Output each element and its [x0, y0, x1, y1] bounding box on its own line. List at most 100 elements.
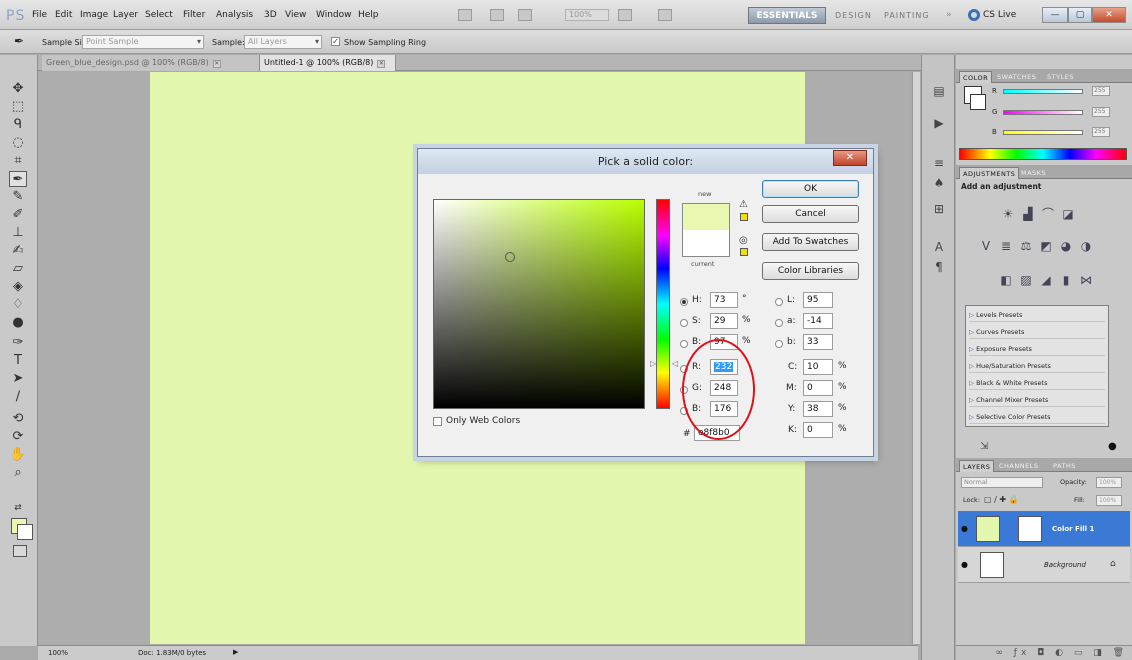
layer-mask-thumbnail[interactable] — [1018, 516, 1042, 542]
swap-colors-icon[interactable]: ⇄ — [9, 500, 27, 516]
color-spectrum-bar[interactable] — [959, 148, 1127, 160]
hue-input[interactable]: 73 — [710, 292, 738, 308]
opacity-input[interactable]: 100% — [1096, 477, 1122, 488]
invert-icon[interactable]: ◧ — [998, 273, 1014, 287]
menu-file[interactable]: File — [32, 10, 47, 20]
levels-icon[interactable]: ▟ — [1020, 207, 1036, 221]
b-channel-input[interactable]: 33 — [803, 334, 833, 350]
preset-exposure[interactable]: Exposure Presets — [969, 342, 1105, 356]
brush-tool-icon[interactable]: ✐ — [9, 207, 27, 223]
color-libraries-button[interactable]: Color Libraries — [762, 262, 859, 280]
actions-panel-icon[interactable]: ▶ — [930, 115, 948, 131]
history-brush-tool-icon[interactable]: ✍ — [9, 243, 27, 259]
channel-mixer-icon[interactable]: ◑ — [1078, 239, 1094, 253]
a-channel-radio[interactable] — [775, 319, 783, 327]
dialog-close-button[interactable]: ✕ — [833, 150, 867, 166]
magenta-input[interactable]: 0 — [803, 380, 833, 396]
menu-image[interactable]: Image — [80, 10, 108, 20]
restore-button[interactable]: ▢ — [1068, 7, 1092, 23]
menu-window[interactable]: Window — [316, 10, 352, 20]
hue-slider-right-arrow-icon[interactable]: ◁ — [672, 359, 678, 368]
preset-levels[interactable]: Levels Presets — [969, 308, 1105, 322]
hue-saturation-icon[interactable]: ≣ — [998, 239, 1014, 253]
current-color-swatch[interactable] — [682, 230, 730, 257]
cancel-button[interactable]: Cancel — [762, 205, 859, 223]
blend-mode-select[interactable]: Normal — [961, 477, 1043, 488]
eyedropper-tool-preset-icon[interactable]: ✒ — [14, 34, 24, 48]
quick-selection-tool-icon[interactable]: ◌ — [9, 135, 27, 151]
cs-live-button[interactable]: CS Live — [968, 7, 1038, 24]
tab-channels[interactable]: CHANNELS — [996, 460, 1041, 472]
green-value[interactable]: 255 — [1092, 107, 1110, 117]
brushes-panel-icon[interactable]: ≡ — [930, 155, 948, 171]
zoom-level-dropdown[interactable]: 100% — [565, 9, 609, 21]
menu-analysis[interactable]: Analysis — [216, 10, 253, 20]
tab-color[interactable]: COLOR — [959, 71, 993, 83]
line-tool-icon[interactable]: ∕ — [9, 389, 27, 405]
blur-tool-icon[interactable]: ♢ — [9, 297, 27, 313]
brightness-contrast-icon[interactable]: ☀ — [1000, 207, 1016, 221]
fill-input[interactable]: 100% — [1096, 495, 1122, 506]
exposure-icon[interactable]: ◪ — [1060, 207, 1076, 221]
hue-radio[interactable] — [680, 298, 688, 306]
green-slider[interactable] — [1003, 110, 1083, 115]
tab-masks[interactable]: MASKS — [1018, 167, 1049, 179]
color-field[interactable] — [433, 199, 645, 409]
blue-value[interactable]: 255 — [1092, 127, 1110, 137]
quick-mask-icon[interactable] — [13, 545, 27, 557]
clone-stamp-tool-icon[interactable]: ⊥ — [9, 225, 27, 241]
workspace-painting-button[interactable]: PAINTING — [884, 11, 930, 20]
minimize-button[interactable]: — — [1042, 7, 1068, 23]
red-slider[interactable] — [1003, 89, 1083, 94]
show-sampling-ring-checkbox[interactable]: ✓ — [331, 37, 340, 46]
path-selection-tool-icon[interactable]: ➤ — [9, 371, 27, 387]
red-value[interactable]: 255 — [1092, 86, 1110, 96]
saturation-input[interactable]: 29 — [710, 313, 738, 329]
close-app-button[interactable]: ✕ — [1092, 7, 1126, 23]
character-panel-icon[interactable]: A — [930, 239, 948, 255]
preset-curves[interactable]: Curves Presets — [969, 325, 1105, 339]
3d-rotate-tool-icon[interactable]: ⟲ — [9, 411, 27, 427]
healing-brush-tool-icon[interactable]: ✎ — [9, 189, 27, 205]
eyedropper-tool-icon[interactable]: ✒ — [9, 171, 27, 187]
zoom-status[interactable]: 100% — [48, 649, 68, 657]
preset-channel-mixer[interactable]: Channel Mixer Presets — [969, 393, 1105, 407]
tab-layers[interactable]: LAYERS — [959, 460, 995, 472]
photo-filter-icon[interactable]: ◕ — [1058, 239, 1074, 253]
clone-source-panel-icon[interactable]: ♠ — [930, 175, 948, 191]
layer-row-background[interactable]: ● Background ⌂ — [958, 547, 1130, 583]
cyan-input[interactable]: 10 — [803, 359, 833, 375]
layer-row-color-fill[interactable]: ● Color Fill 1 — [958, 511, 1130, 547]
layer-name[interactable]: Color Fill 1 — [1052, 525, 1094, 533]
ok-button[interactable]: OK — [762, 180, 859, 198]
menu-3d[interactable]: 3D — [264, 10, 277, 20]
workspace-more-button[interactable]: » — [946, 10, 952, 20]
3d-orbit-tool-icon[interactable]: ⟳ — [9, 429, 27, 445]
dodge-tool-icon[interactable]: ● — [9, 315, 27, 331]
eraser-tool-icon[interactable]: ▱ — [9, 261, 27, 277]
crop-tool-icon[interactable]: ⌗ — [9, 153, 27, 169]
tab-untitled-1[interactable]: Untitled-1 @ 100% (RGB/8) ✕ — [260, 55, 396, 71]
pen-tool-icon[interactable]: ✑ — [9, 335, 27, 351]
a-channel-input[interactable]: -14 — [803, 313, 833, 329]
menu-view[interactable]: View — [285, 10, 306, 20]
add-to-swatches-button[interactable]: Add To Swatches — [762, 233, 859, 251]
threshold-icon[interactable]: ◢ — [1038, 273, 1054, 287]
marquee-tool-icon[interactable]: ⬚ — [9, 99, 27, 115]
status-menu-arrow-icon[interactable]: ▶ — [233, 648, 238, 656]
adjustment-view-icon[interactable]: ● — [1108, 441, 1117, 452]
black-white-icon[interactable]: ◩ — [1038, 239, 1054, 253]
dialog-titlebar[interactable]: Pick a solid color: ✕ — [418, 149, 873, 174]
selective-color-icon[interactable]: ⋈ — [1078, 273, 1094, 287]
screen-mode-icon[interactable] — [658, 9, 672, 21]
key-black-input[interactable]: 0 — [803, 422, 833, 438]
lock-options-icon[interactable]: ▢ ∕ ✚ 🔒 — [984, 495, 1019, 504]
b-channel-radio[interactable] — [775, 340, 783, 348]
tab-paths[interactable]: PATHS — [1050, 460, 1079, 472]
background-color-swatch[interactable] — [17, 524, 33, 540]
history-panel-icon[interactable]: ▤ — [930, 83, 948, 99]
sample-size-select[interactable]: Point Sample — [82, 35, 204, 49]
curves-icon[interactable]: ⌒ — [1040, 207, 1056, 221]
lightness-radio[interactable] — [775, 298, 783, 306]
mini-bridge-icon[interactable] — [490, 9, 504, 21]
